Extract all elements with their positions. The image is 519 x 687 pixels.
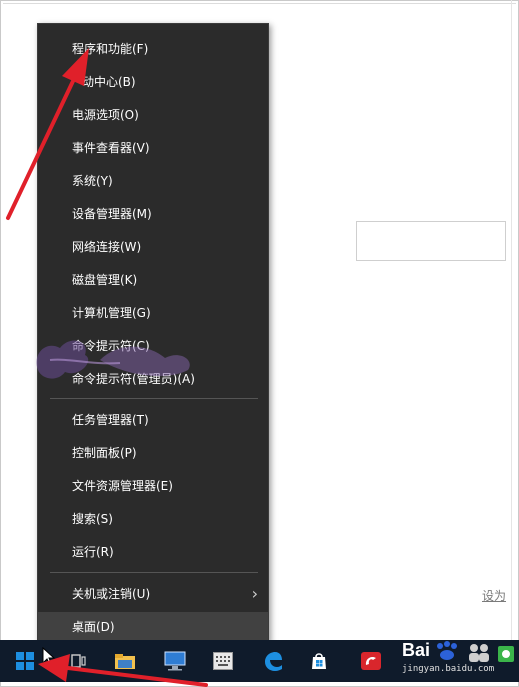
menu-item-computer-management[interactable]: 计算机管理(G) (38, 298, 268, 328)
baidu-url-text: jingyan.baidu.com (402, 664, 495, 674)
menu-item-desktop[interactable]: 桌面(D) (38, 612, 268, 642)
menu-item-device-manager[interactable]: 设备管理器(M) (38, 199, 268, 229)
menu-item-task-manager[interactable]: 任务管理器(T) (38, 405, 268, 435)
red-app-icon (361, 652, 381, 670)
chevron-right-icon: › (251, 584, 258, 603)
store-icon (312, 653, 326, 669)
windows-logo-icon (16, 652, 34, 670)
store-button[interactable] (302, 644, 336, 678)
taskbar-app-3[interactable] (206, 644, 240, 678)
people-icon (469, 644, 489, 662)
menu-item-file-explorer[interactable]: 文件资源管理器(E) (38, 471, 268, 501)
menu-item-power-options[interactable]: 电源选项(O) (38, 100, 268, 130)
menu-item-event-viewer[interactable]: 事件查看器(V) (38, 133, 268, 163)
edge-button[interactable] (256, 644, 290, 678)
menu-item-run[interactable]: 运行(R) (38, 537, 268, 567)
mouse-cursor-icon (42, 647, 56, 667)
keyboard-icon (213, 652, 233, 670)
start-button[interactable] (8, 644, 42, 678)
window-right-edge (511, 0, 512, 640)
taskbar-app-red[interactable] (354, 644, 388, 678)
monitor-icon (164, 651, 186, 671)
menu-separator (50, 572, 258, 573)
folder-icon (115, 654, 135, 669)
menu-item-system[interactable]: 系统(Y) (38, 166, 268, 196)
menu-separator (50, 398, 258, 399)
menu-item-search[interactable]: 搜索(S) (38, 504, 268, 534)
baidu-brand-logo: Bai (402, 640, 431, 660)
task-view-icon (71, 654, 86, 668)
watermark-logo-icon (36, 340, 190, 379)
menu-item-label: 关机或注销(U) (72, 587, 151, 601)
taskbar-app-2[interactable] (158, 644, 192, 678)
menu-item-shutdown-signout[interactable]: 关机或注销(U) › (38, 579, 268, 609)
task-view-button[interactable] (62, 644, 96, 678)
menu-item-mobility-center[interactable]: 动中心(B) (38, 67, 268, 97)
menu-item-control-panel[interactable]: 控制面板(P) (38, 438, 268, 468)
background-set-link[interactable]: 设为 (482, 587, 506, 604)
menu-item-network-connections[interactable]: 网络连接(W) (38, 232, 268, 262)
taskbar-app-1[interactable] (108, 644, 142, 678)
menu-item-disk-management[interactable]: 磁盘管理(K) (38, 265, 268, 295)
background-search-box[interactable] (356, 221, 506, 261)
green-app-icon (498, 646, 514, 662)
menu-item-programs-features[interactable]: 程序和功能(F) (38, 34, 268, 64)
window-top-edge (3, 3, 516, 4)
paw-logo-icon (437, 641, 457, 660)
edge-icon (265, 652, 282, 671)
